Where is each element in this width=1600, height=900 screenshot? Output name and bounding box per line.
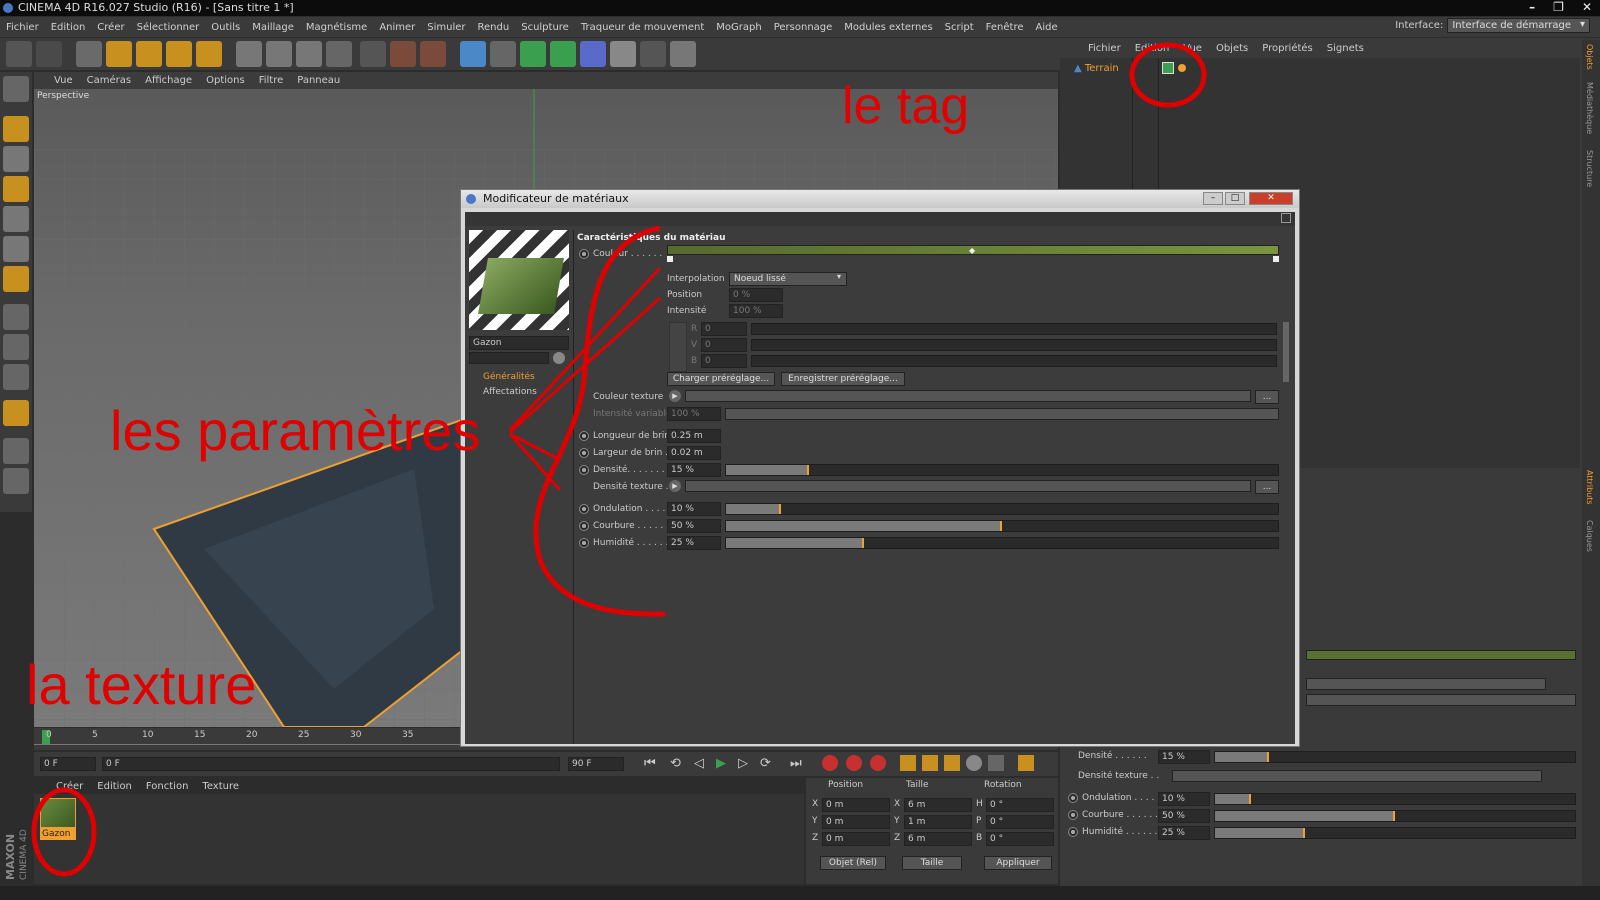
arrow-to-longueur <box>509 432 561 462</box>
annotation-params-text: les paramètres <box>110 399 481 462</box>
tag-annotation-circle <box>1129 42 1207 108</box>
arrow-to-interpolation <box>509 296 661 434</box>
arrow-to-couleur <box>508 266 662 432</box>
annotation-tag-text: le tag <box>842 77 970 135</box>
arrow-to-densite <box>508 433 562 491</box>
texture-annotation-circle <box>31 787 97 877</box>
annotation-texture-text: la texture <box>26 653 257 716</box>
params-annotation-bracket <box>533 225 666 617</box>
